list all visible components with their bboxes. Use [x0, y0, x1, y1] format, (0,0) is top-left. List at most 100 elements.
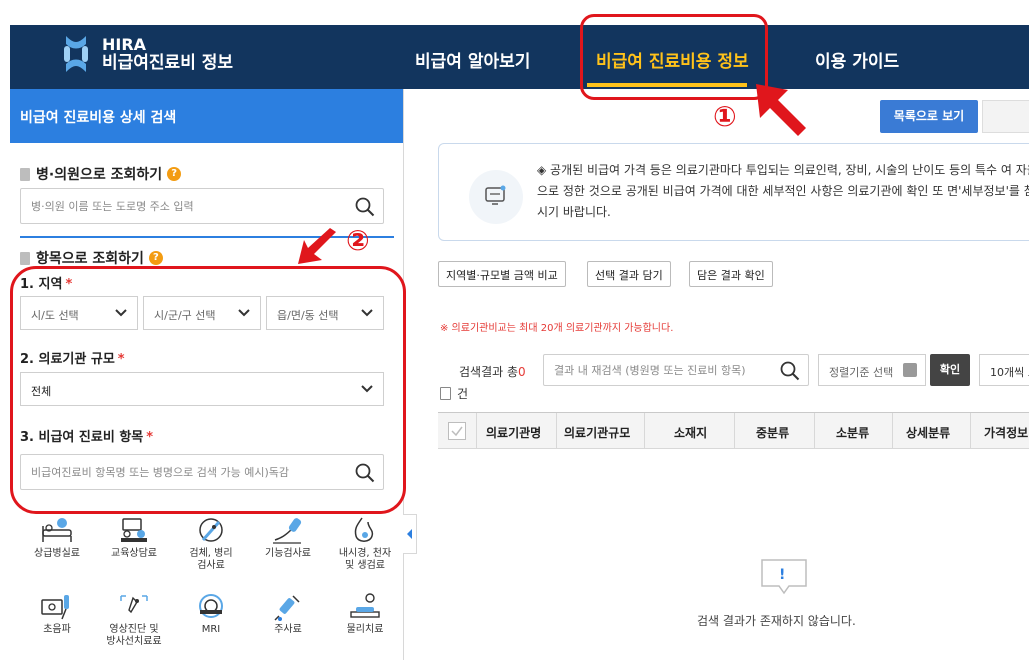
annotation-circle-2 — [10, 266, 406, 514]
ultrasound-icon — [41, 595, 69, 620]
hospital-section-title: 병·의원으로 조회하기 ? — [20, 164, 182, 184]
hospital-search-field[interactable] — [20, 188, 384, 224]
nav-usage-guide[interactable]: 이용 가이드 — [815, 47, 899, 72]
column-header[interactable]: 소분류 — [836, 424, 869, 441]
hira-logo-icon — [64, 36, 88, 72]
category-counseling[interactable]: 교육상담료 — [97, 508, 171, 582]
category-room-charge[interactable]: 상급병실료 — [20, 508, 94, 582]
column-header[interactable]: 의료기관명 — [486, 424, 541, 441]
category-label: 상급병실료 — [34, 548, 80, 559]
notice-text: ◈ 공개된 비급여 가격 등은 의료기관마다 투입되는 의료인력, 장비, 시술… — [537, 163, 1029, 219]
endoscope-icon — [354, 517, 374, 542]
list-icon — [903, 363, 917, 377]
bed-icon — [42, 518, 72, 542]
sort-select-value: 정렬기준 선택 — [829, 366, 894, 379]
nav-about-noncovered[interactable]: 비급여 알아보기 — [415, 47, 530, 72]
result-count-label: 검색결과 총0 — [459, 363, 526, 380]
physio-icon — [350, 593, 380, 618]
search-icon[interactable] — [780, 361, 800, 381]
document-icon — [20, 167, 30, 181]
column-header[interactable]: 가격정보 — [984, 424, 1028, 441]
category-endoscopy[interactable]: 내시경, 천자 및 생검료 — [328, 508, 402, 582]
xray-icon — [120, 595, 148, 614]
site-header: HIRA 비급여진료비 정보 비급여 알아보기 비급여 진료비용 정보 이용 가… — [10, 25, 1029, 89]
column-divider — [734, 413, 735, 449]
column-header[interactable]: 중분류 — [756, 424, 789, 441]
search-icon[interactable] — [355, 197, 375, 217]
result-count-suffix-row: 건 — [440, 385, 468, 402]
annotation-arrow-1-icon — [756, 84, 806, 136]
hospital-search-input[interactable] — [21, 189, 383, 223]
category-label: 물리치료 — [346, 624, 384, 635]
category-label: 내시경, 천자 및 생검료 — [338, 548, 392, 571]
check-icon — [451, 426, 463, 437]
annotation-badge-2: ② — [346, 224, 370, 257]
compare-limit-notice: ※ 의료기관비교는 최대 20개 의료기관까지 가능합니다. — [440, 323, 674, 334]
page: HIRA 비급여진료비 정보 비급여 알아보기 비급여 진료비용 정보 이용 가… — [0, 0, 1029, 660]
mri-icon — [199, 594, 223, 618]
column-divider — [814, 413, 815, 449]
syringe-icon — [274, 595, 300, 621]
category-mri[interactable]: MRI — [174, 584, 248, 658]
notice-icon-wrap — [469, 170, 523, 224]
item-section-label: 항목으로 조회하기 — [36, 251, 144, 267]
region-scale-compare-button[interactable]: 지역별·규모별 금액 비교 — [438, 261, 566, 287]
select-all-checkbox[interactable] — [448, 422, 466, 440]
save-selection-button[interactable]: 선택 결과 담기 — [587, 261, 671, 287]
results-table-header: 의료기관명 의료기관규모 소재지 중분류 소분류 상세분류 가격정보 — [438, 412, 1029, 449]
category-label: MRI — [201, 624, 221, 635]
column-header[interactable]: 상세분류 — [906, 424, 950, 441]
column-header[interactable]: 소재지 — [674, 424, 707, 441]
site-logo[interactable]: HIRA 비급여진료비 정보 — [62, 34, 233, 74]
category-label: 기능검사료 — [265, 548, 311, 559]
map-view-button[interactable] — [982, 100, 1029, 133]
category-function-test[interactable]: 기능검사료 — [251, 508, 325, 582]
column-divider — [476, 413, 477, 449]
column-divider — [556, 413, 557, 449]
counseling-icon — [121, 518, 147, 542]
category-label: 주사료 — [274, 624, 302, 635]
help-icon[interactable]: ? — [148, 251, 163, 265]
logo-line1: HIRA — [102, 35, 147, 54]
category-imaging[interactable]: 영상진단 및 방사선치료료 — [97, 584, 171, 658]
help-icon[interactable]: ? — [167, 167, 182, 181]
result-suffix: 건 — [457, 387, 469, 401]
view-saved-results-button[interactable]: 담은 결과 확인 — [689, 261, 773, 287]
microscope-icon — [199, 518, 223, 542]
category-label: 초음파 — [43, 624, 71, 635]
annotation-arrow-2-icon — [298, 228, 336, 264]
category-label: 검체, 병리 검사료 — [189, 548, 233, 571]
top-strip — [0, 0, 1029, 25]
result-prefix: 검색결과 총 — [459, 365, 519, 379]
list-view-button[interactable]: 목록으로 보기 — [880, 100, 978, 133]
re-search-input[interactable] — [544, 355, 808, 385]
sort-select[interactable]: 정렬기준 선택 — [818, 354, 926, 386]
notice-box: ◈ 공개된 비급여 가격 등은 의료기관마다 투입되는 의료인력, 장비, 시술… — [438, 143, 1029, 241]
column-header[interactable]: 의료기관규모 — [564, 424, 630, 441]
category-ultrasound[interactable]: 초음파 — [20, 584, 94, 658]
category-specimen-test[interactable]: 검체, 병리 검사료 — [174, 508, 248, 582]
category-label: 교육상담료 — [111, 548, 157, 559]
logo-line2: 비급여진료비 정보 — [102, 53, 234, 73]
column-divider — [644, 413, 645, 449]
category-label: 영상진단 및 방사선치료료 — [106, 624, 162, 647]
document-icon — [20, 251, 30, 265]
category-physical-therapy[interactable]: 물리치료 — [328, 584, 402, 658]
document-icon — [440, 387, 451, 400]
annotation-badge-1: ① — [713, 100, 737, 133]
re-search-field[interactable] — [543, 354, 809, 386]
empty-icon-mark: ! — [779, 567, 786, 583]
hospital-section-label: 병·의원으로 조회하기 — [36, 167, 163, 183]
function-test-icon — [273, 518, 302, 544]
column-divider — [970, 413, 971, 449]
page-size-select[interactable]: 10개씩 보기 — [979, 354, 1029, 386]
annotation-circle-1 — [580, 14, 768, 100]
panel-title: 비급여 진료비용 상세 검색 — [10, 89, 403, 143]
confirm-button[interactable]: 확인 — [930, 354, 970, 386]
column-divider — [892, 413, 893, 449]
empty-result-message: 검색 결과가 존재하지 않습니다. — [697, 614, 856, 628]
item-section-title: 항목으로 조회하기 ? — [20, 248, 163, 268]
category-injection[interactable]: 주사료 — [251, 584, 325, 658]
result-count: 0 — [518, 365, 526, 379]
collapse-panel-toggle[interactable] — [403, 514, 417, 554]
